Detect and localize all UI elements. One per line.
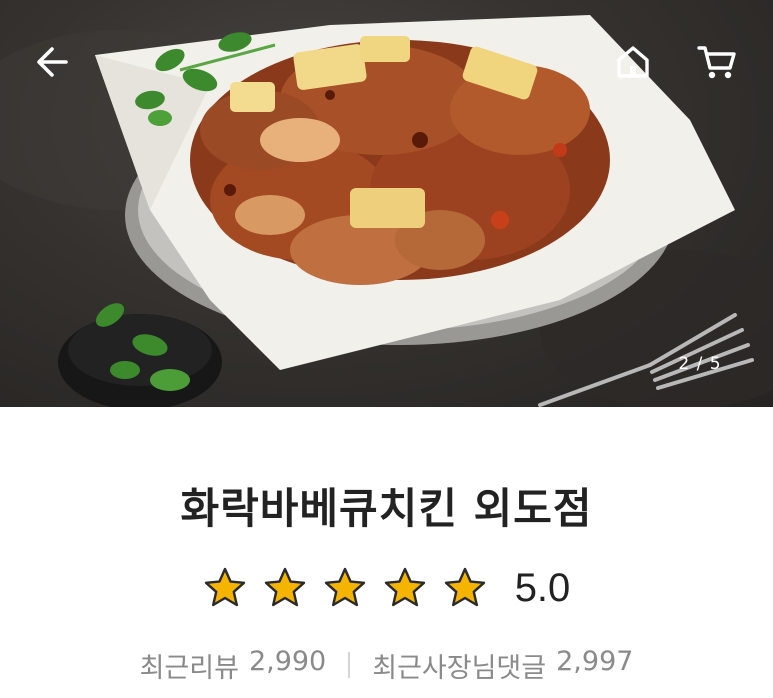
divider <box>348 652 351 678</box>
rating-value: 5.0 <box>514 565 571 610</box>
star-icon <box>324 567 365 607</box>
back-button[interactable] <box>28 38 76 86</box>
review-counts-row: 최근리뷰 2,990 최근사장님댓글 2,997 <box>0 646 773 685</box>
store-name: 화락바베큐치킨 외도점 <box>180 484 593 533</box>
star-icon <box>264 567 305 607</box>
star-rating <box>203 566 487 610</box>
star-icon <box>204 567 245 607</box>
star-icon <box>384 567 425 607</box>
carousel-page-indicator: 2 / 5 <box>678 354 722 374</box>
recent-reviews-link[interactable]: 최근리뷰 2,990 <box>140 646 327 685</box>
home-icon <box>617 46 649 78</box>
cart-button[interactable] <box>693 38 741 86</box>
product-image-carousel[interactable]: 2 / 5 <box>0 0 773 407</box>
owner-replies-label: 최근사장님댓글 <box>372 652 547 684</box>
home-button[interactable] <box>609 38 657 86</box>
rating-row[interactable]: 5.0 <box>0 564 773 612</box>
recent-reviews-label: 최근리뷰 <box>139 652 239 684</box>
recent-reviews-count: 2,990 <box>248 645 327 677</box>
star-icon <box>444 567 485 607</box>
cart-icon <box>697 46 736 79</box>
owner-replies-count: 2,997 <box>556 645 634 677</box>
arrow-left-icon <box>37 47 68 77</box>
food-photo <box>0 15 773 407</box>
owner-replies-link[interactable]: 최근사장님댓글 2,997 <box>372 646 633 685</box>
store-info-section: 화락바베큐치킨 외도점 5.0 최근리뷰 2,990 최근사장님댓글 2,997 <box>0 407 773 698</box>
